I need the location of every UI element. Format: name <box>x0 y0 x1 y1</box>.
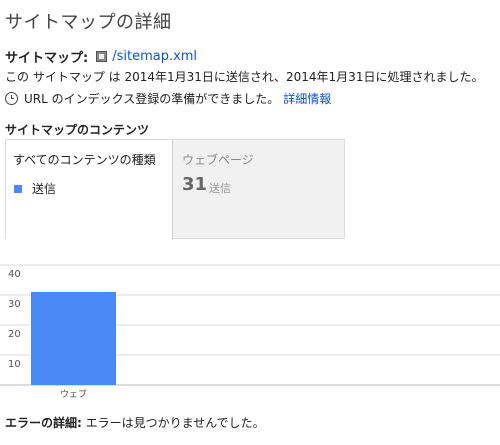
contents-panel: すべてのコンテンツの種類 送信 ウェブページ 31 送信 <box>5 139 345 240</box>
bar <box>31 292 116 385</box>
tab-all-content-types[interactable]: すべてのコンテンツの種類 送信 <box>6 140 173 240</box>
page-title: サイトマップの詳細 <box>5 12 172 33</box>
legend-swatch <box>14 184 22 193</box>
submitted-chart: 10 20 30 40 ウェブ <box>0 264 500 400</box>
tab-label: ウェブページ <box>182 153 254 167</box>
legend-item: 送信 <box>14 180 56 197</box>
submitted-count: 31 <box>182 174 208 195</box>
sitemap-label: サイトマップ: <box>5 51 89 66</box>
submission-info: この サイトマップ は 2014年1月31日に送信され、2014年1月31日に処… <box>5 70 484 84</box>
x-tick-label: ウェブ <box>60 388 87 400</box>
clock-icon <box>5 92 18 105</box>
sitemap-row: サイトマップ: /sitemap.xml <box>5 47 197 66</box>
error-details: エラーの詳細: エラーは見つかりませんでした。 <box>5 414 265 431</box>
y-tick-label: 40 <box>8 269 21 280</box>
status-row: URL のインデックス登録の準備ができました。 詳細情報 <box>5 90 331 107</box>
y-tick-label: 30 <box>8 299 21 310</box>
status-message: URL のインデックス登録の準備ができました。 <box>24 92 280 106</box>
details-link[interactable]: 詳細情報 <box>283 90 331 107</box>
error-message: エラーは見つかりませんでした。 <box>85 416 265 430</box>
y-tick-label: 10 <box>8 359 21 370</box>
legend-label: 送信 <box>32 182 57 196</box>
contents-section-title: サイトマップのコンテンツ <box>5 123 150 137</box>
submitted-count-unit: 送信 <box>209 182 231 195</box>
tab-label: すべてのコンテンツの種類 <box>13 153 156 167</box>
tab-web-pages[interactable]: ウェブページ 31 送信 <box>174 140 345 238</box>
error-label: エラーの詳細: <box>5 416 82 430</box>
y-tick-label: 20 <box>8 329 21 340</box>
sitemap-link[interactable]: /sitemap.xml <box>112 49 197 64</box>
file-icon <box>96 51 108 62</box>
